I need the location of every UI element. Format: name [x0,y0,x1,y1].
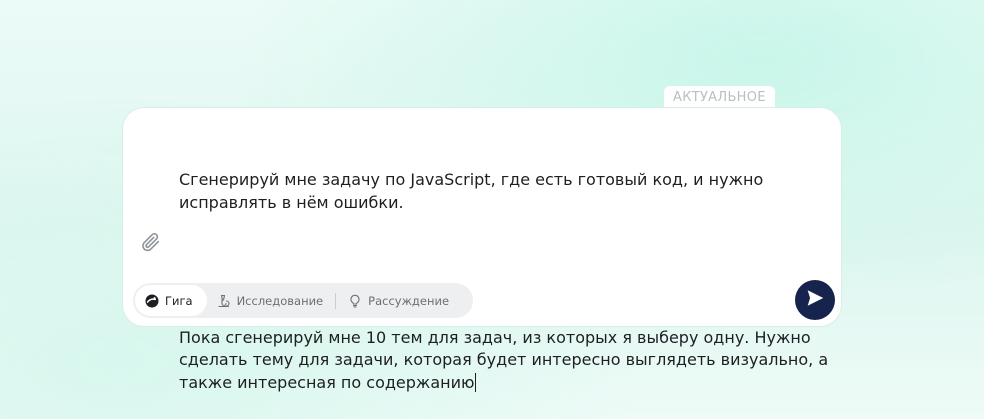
send-button[interactable] [795,280,835,320]
prompt-paragraph-2-wrap: Пока сгенерируй мне 10 тем для задач, из… [179,327,839,395]
mode-reasoning-label: Рассуждение [368,293,450,308]
chat-input-card: Сгенерируй мне задачу по JavaScript, где… [122,107,842,392]
text-caret [475,372,477,392]
mode-reasoning[interactable]: Рассуждение [338,285,459,316]
research-icon [217,294,231,308]
send-arrow-icon [804,287,826,313]
actual-badge: АКТУАЛЬНОЕ [664,86,775,108]
paperclip-icon [140,231,162,257]
mode-divider [335,292,337,309]
mode-giga[interactable]: Гига [135,285,207,316]
prompt-textarea[interactable]: Сгенерируй мне задачу по JavaScript, где… [179,124,839,419]
prompt-paragraph-1: Сгенерируй мне задачу по JavaScript, где… [179,170,769,212]
prompt-paragraph-2: Пока сгенерируй мне 10 тем для задач, из… [179,327,834,392]
giga-logo-icon [145,294,159,308]
mode-research[interactable]: Исследование [207,285,334,316]
mode-switcher: Гига Исследование Рассуждение [133,283,474,318]
mode-giga-label: Гига [165,293,193,308]
lightbulb-icon [348,294,362,308]
mode-research-label: Исследование [236,293,324,308]
attach-button[interactable] [139,232,163,256]
